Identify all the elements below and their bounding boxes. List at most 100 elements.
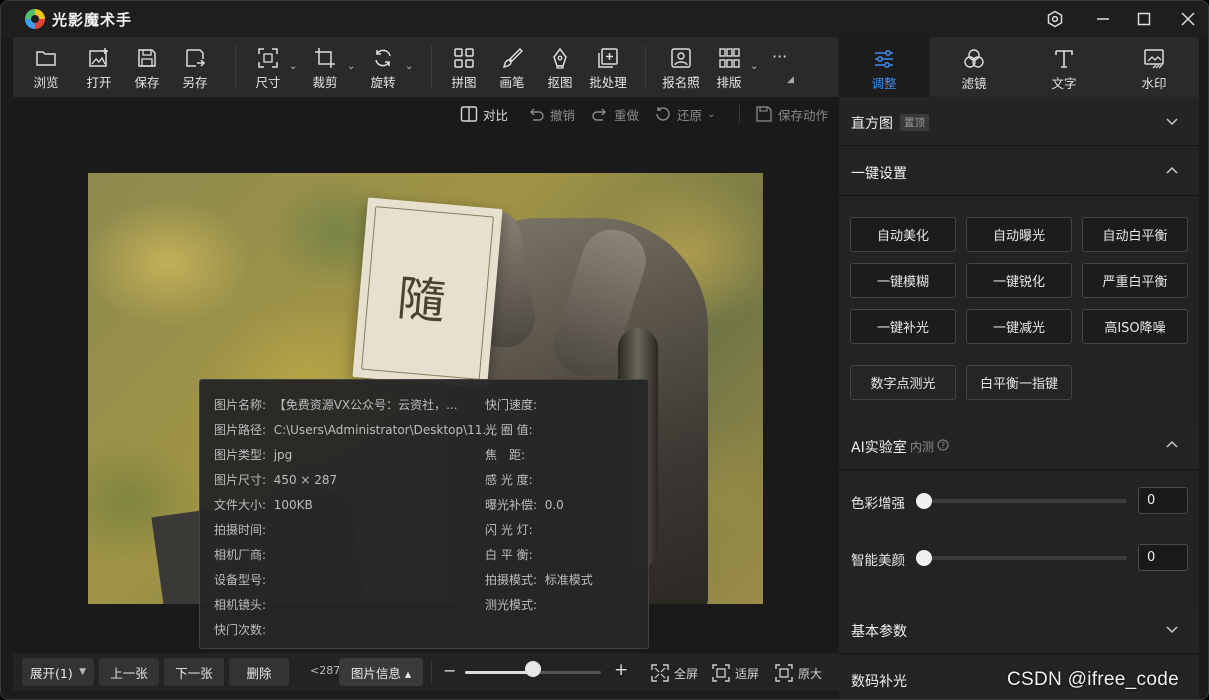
section-basic-params[interactable]: 基本参数 <box>839 605 1199 654</box>
next-button[interactable]: 下一张 <box>164 658 224 686</box>
auto-exposure-button[interactable]: 自动曝光 <box>966 217 1072 252</box>
zoom-out-button[interactable]: − <box>443 661 456 680</box>
strong-white-balance-button[interactable]: 严重白平衡 <box>1082 263 1188 298</box>
info-row: 快门次数: <box>214 623 267 637</box>
text-icon <box>1055 50 1073 68</box>
fit-screen-label: 适屏 <box>735 666 760 681</box>
fullscreen-button[interactable]: 全屏 <box>651 664 698 682</box>
tool-batch[interactable]: 批处理 <box>587 37 629 97</box>
info-row: 图片名称: 【免费资源VX公众号：云资社，... <box>214 398 458 412</box>
tab-filter[interactable]: 滤镜 <box>929 37 1019 97</box>
save-action-button[interactable]: 保存动作 <box>755 104 828 124</box>
tool-id-photo[interactable]: 报名照 <box>661 37 701 97</box>
zoom-slider-knob[interactable] <box>525 661 541 677</box>
fill-light-button[interactable]: 一键补光 <box>850 309 956 344</box>
help-icon[interactable]: ? <box>937 439 949 451</box>
brush-icon <box>502 47 523 69</box>
tool-save-as[interactable]: 另存 <box>178 37 212 97</box>
maximize-icon[interactable] <box>1132 7 1156 31</box>
image-count: <287 <box>310 664 341 677</box>
reduce-light-button[interactable]: 一键减光 <box>966 309 1072 344</box>
close-icon[interactable] <box>1176 7 1200 31</box>
tool-label: 排版 <box>716 75 742 90</box>
expand-dropdown[interactable]: 展开(1) ▼ <box>22 658 94 686</box>
undo-button[interactable]: 撤销 <box>527 104 575 124</box>
original-size-icon <box>775 664 793 682</box>
compare-button[interactable]: 对比 <box>460 104 508 124</box>
section-ai-lab[interactable]: AI实验室 内测 ? <box>839 421 1199 470</box>
save-icon <box>138 49 156 67</box>
resize-dropdown-chevron-icon[interactable]: ⌄ <box>289 61 297 72</box>
original-size-button[interactable]: 原大 <box>775 664 822 682</box>
chevron-up-icon[interactable] <box>1165 438 1179 452</box>
tool-open[interactable]: 打开 <box>82 37 116 97</box>
image-info-button[interactable]: 图片信息 ▴ <box>339 658 423 686</box>
tool-save[interactable]: 保存 <box>130 37 164 97</box>
filter-icon <box>964 49 984 68</box>
crop-dropdown-chevron-icon[interactable]: ⌄ <box>347 61 355 72</box>
tool-cutout[interactable]: 抠图 <box>543 37 577 97</box>
svg-text:?: ? <box>941 441 945 450</box>
color-enhance-knob[interactable] <box>916 493 932 509</box>
tab-watermark[interactable]: 水印 <box>1109 37 1199 97</box>
sliders-icon <box>875 50 893 68</box>
folder-icon <box>36 51 56 66</box>
redo-button[interactable]: 重做 <box>591 104 639 124</box>
tool-browse[interactable]: 浏览 <box>29 37 63 97</box>
one-click-sharpen-button[interactable]: 一键锐化 <box>966 263 1072 298</box>
tab-text[interactable]: 文字 <box>1019 37 1109 97</box>
paper-glyph: 隨 <box>394 270 448 331</box>
restore-icon <box>656 107 670 121</box>
section-title: 数码补光 <box>851 674 907 690</box>
collage-icon <box>454 48 474 68</box>
beta-label: 内测 <box>910 440 935 454</box>
cutout-pen-icon <box>553 47 567 69</box>
delete-button[interactable]: 删除 <box>229 658 289 686</box>
fit-screen-button[interactable]: 适屏 <box>712 664 759 682</box>
layout-dropdown-chevron-icon[interactable]: ⌄ <box>750 61 758 72</box>
auto-white-balance-button[interactable]: 自动白平衡 <box>1082 217 1188 252</box>
color-enhance-input[interactable]: 0 <box>1138 487 1188 514</box>
chevron-up-icon[interactable] <box>1165 164 1179 178</box>
high-iso-denoise-button[interactable]: 高ISO降噪 <box>1082 309 1188 344</box>
info-row: 文件大小: 100KB <box>214 498 313 512</box>
one-click-blur-button[interactable]: 一键模糊 <box>850 263 956 298</box>
rotate-dropdown-chevron-icon[interactable]: ⌄ <box>405 61 413 72</box>
white-balance-picker-button[interactable]: 白平衡一指键 <box>966 365 1072 400</box>
tool-crop[interactable]: 裁剪 <box>308 37 342 97</box>
pin-top-tag[interactable]: 置顶 <box>900 114 929 131</box>
tab-label: 文字 <box>1051 76 1077 91</box>
section-onekey[interactable]: 一键设置 <box>839 147 1199 196</box>
tool-label: 抠图 <box>547 75 573 90</box>
tool-layout[interactable]: 排版 <box>712 37 746 97</box>
chevron-down-icon[interactable] <box>1165 622 1179 636</box>
prev-button[interactable]: 上一张 <box>99 658 159 686</box>
smart-beauty-knob[interactable] <box>916 550 932 566</box>
color-enhance-slider[interactable] <box>924 499 1127 503</box>
bottom-bar: 展开(1) ▼ 上一张 下一张 删除 <287 图片信息 ▴ − + 全屏 适屏… <box>13 653 839 691</box>
rotate-icon <box>375 49 391 67</box>
expand-corner-icon[interactable]: ◢ <box>787 75 794 85</box>
settings-hex-icon[interactable] <box>1043 7 1067 31</box>
minimize-icon[interactable] <box>1091 7 1115 31</box>
restore-button[interactable]: 还原 ⌄ <box>654 104 715 124</box>
chevron-down-icon[interactable] <box>1165 114 1179 128</box>
tool-label: 批处理 <box>589 75 627 90</box>
tool-rotate[interactable]: 旋转 <box>366 37 400 97</box>
spot-metering-button[interactable]: 数字点测光 <box>850 365 956 400</box>
tool-label: 画笔 <box>499 75 525 90</box>
smart-beauty-input[interactable]: 0 <box>1138 544 1188 571</box>
smart-beauty-slider[interactable] <box>924 556 1127 560</box>
tool-label: 另存 <box>182 75 208 90</box>
section-histogram[interactable]: 直方图 置顶 <box>839 97 1199 146</box>
tool-resize[interactable]: 尺寸 <box>251 37 285 97</box>
fit-screen-icon <box>712 664 730 682</box>
redo-label: 重做 <box>614 107 640 123</box>
tool-collage[interactable]: 拼图 <box>447 37 481 97</box>
restore-label: 还原 <box>677 107 703 123</box>
more-tools-button[interactable]: ··· <box>772 47 787 66</box>
auto-beautify-button[interactable]: 自动美化 <box>850 217 956 252</box>
tool-brush[interactable]: 画笔 <box>495 37 529 97</box>
zoom-in-button[interactable]: + <box>614 660 628 680</box>
tab-adjust[interactable]: 调整 <box>839 37 929 97</box>
